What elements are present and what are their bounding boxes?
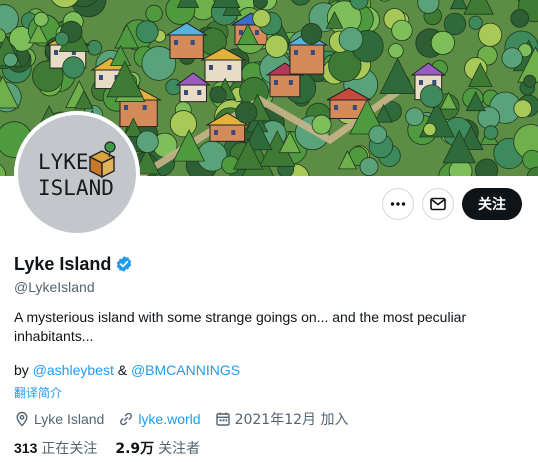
mention-link-ashleybest[interactable]: @ashleybest bbox=[33, 362, 114, 378]
profile-header: Lyke Island @LykeIsland bbox=[14, 252, 524, 295]
svg-text:LYKE: LYKE bbox=[38, 150, 89, 174]
more-horizontal-icon bbox=[390, 202, 406, 206]
calendar-icon bbox=[215, 412, 230, 426]
lyke-island-logo: LYKE ISLAND bbox=[38, 141, 116, 200]
joined-date-text: 2021年12月 加入 bbox=[234, 412, 349, 428]
bio-byline: by @ashleybest & @BMCANNINGS bbox=[14, 362, 240, 378]
svg-text:ISLAND: ISLAND bbox=[38, 176, 114, 200]
profile-bio: A mysterious island with some strange go… bbox=[14, 309, 467, 344]
location-pin-icon bbox=[16, 411, 28, 427]
joined-item: 2021年12月 加入 bbox=[215, 409, 349, 429]
location-item: Lyke Island bbox=[14, 411, 104, 427]
verified-badge-icon[interactable] bbox=[115, 255, 133, 273]
link-icon bbox=[120, 412, 133, 426]
following-stat[interactable]: 313 正在关注 bbox=[14, 438, 97, 458]
translate-bio-link[interactable]: 翻译简介 bbox=[14, 384, 62, 401]
mention-link-bmcannings[interactable]: @BMCANNINGS bbox=[131, 362, 240, 378]
user-handle: @LykeIsland bbox=[14, 279, 95, 295]
follow-stats: 313 正在关注 2.9万 关注者 bbox=[14, 438, 218, 458]
following-count: 313 bbox=[14, 440, 38, 456]
website-item: lyke.world bbox=[118, 411, 201, 427]
location-text: Lyke Island bbox=[34, 411, 105, 427]
followers-count: 2.9万 bbox=[115, 441, 155, 457]
follow-button[interactable]: 关注 bbox=[462, 188, 522, 220]
website-link[interactable]: lyke.world bbox=[138, 411, 200, 427]
envelope-icon bbox=[430, 197, 446, 211]
crate-icon bbox=[88, 141, 116, 179]
followers-label: 关注者 bbox=[158, 441, 201, 457]
profile-meta: Lyke Island lyke.world 2021年12月 加入 bbox=[14, 409, 362, 429]
profile-avatar[interactable]: LYKE ISLAND bbox=[14, 111, 140, 237]
display-name: Lyke Island bbox=[14, 253, 112, 274]
profile-actions: 关注 bbox=[382, 188, 522, 220]
more-button[interactable] bbox=[382, 188, 414, 220]
followers-stat[interactable]: 2.9万 关注者 bbox=[115, 438, 200, 458]
following-label: 正在关注 bbox=[41, 441, 98, 457]
byline-ampersand: & bbox=[113, 362, 131, 378]
byline-prefix: by bbox=[14, 362, 33, 378]
message-button[interactable] bbox=[422, 188, 454, 220]
